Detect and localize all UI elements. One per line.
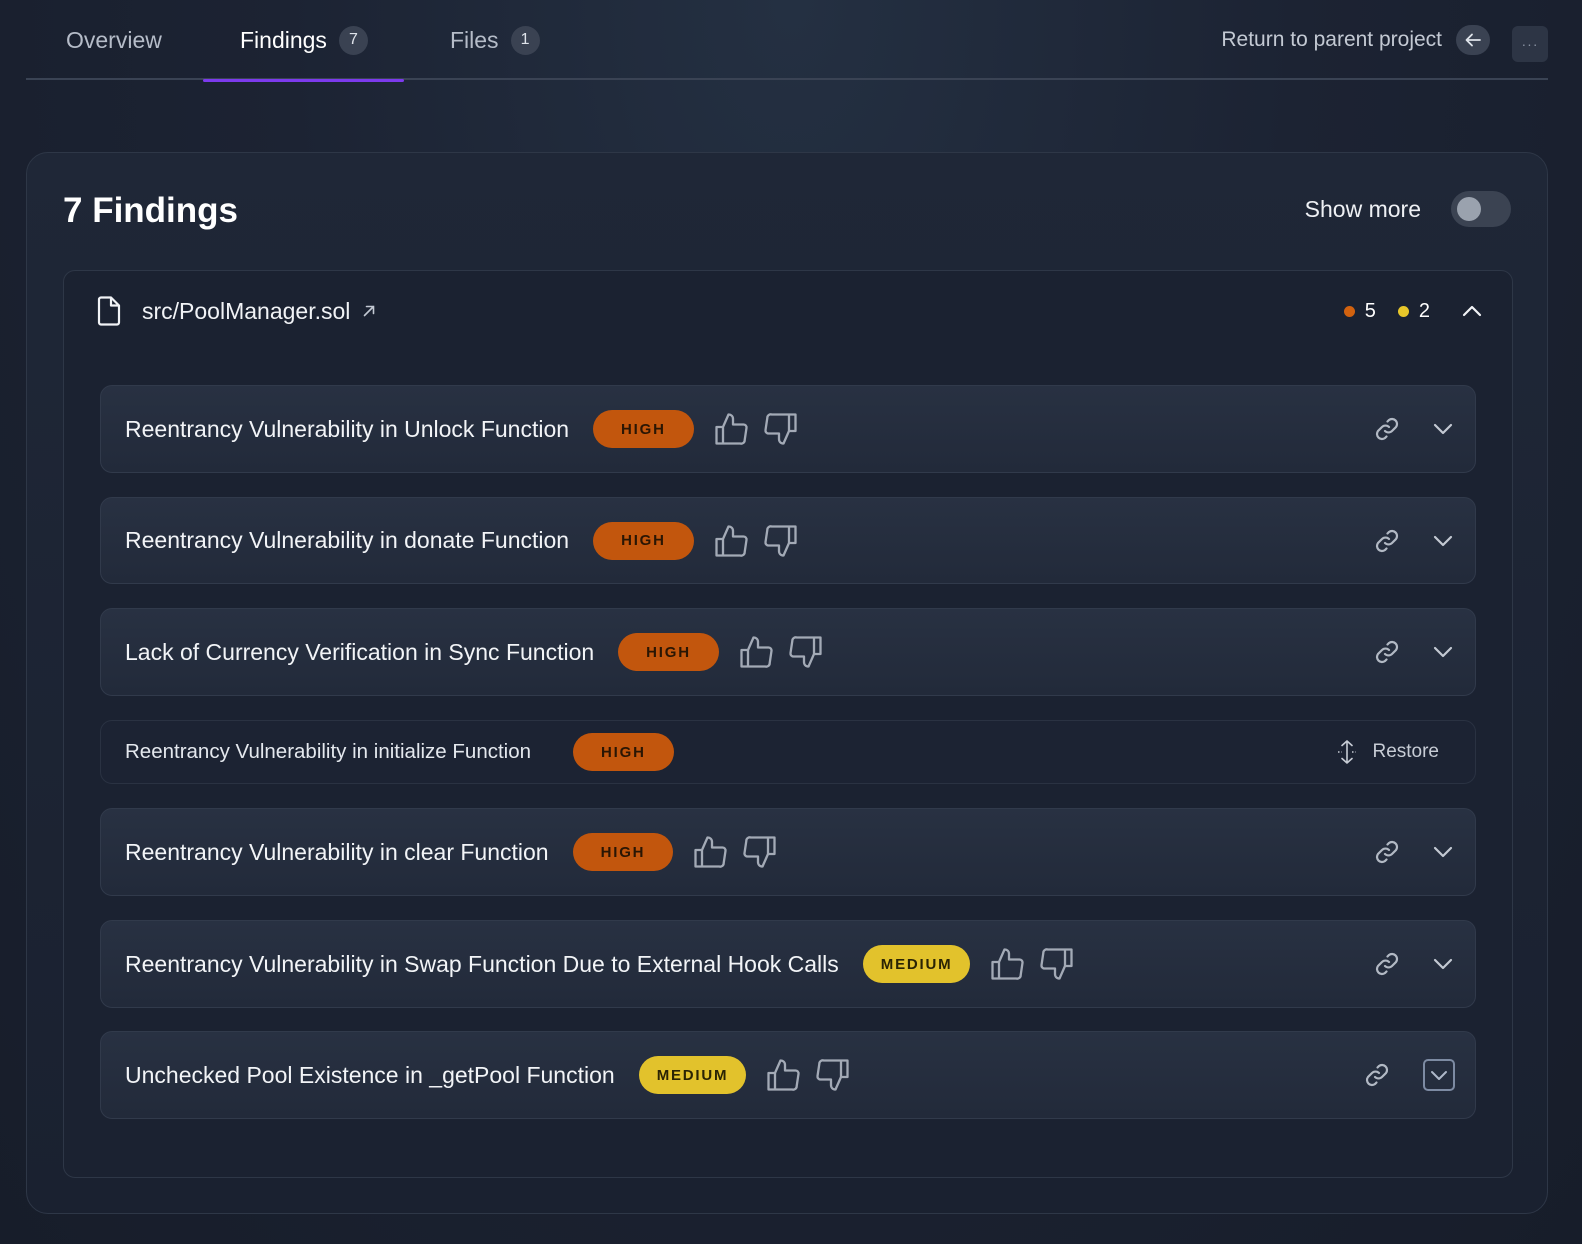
return-label: Return to parent project <box>1221 28 1442 51</box>
restore-label: Restore <box>1372 741 1439 762</box>
file-group: src/PoolManager.sol 5 2 Reentrancy Vulne… <box>63 270 1513 1178</box>
finding-actions <box>1363 1059 1455 1091</box>
feedback-buttons <box>990 947 1074 981</box>
restore-button[interactable]: Restore <box>1336 739 1439 765</box>
tab-count-badge: 7 <box>338 25 368 55</box>
finding-actions <box>1373 950 1453 978</box>
chevron-down-icon[interactable] <box>1433 846 1453 858</box>
finding-title: Reentrancy Vulnerability in Unlock Funct… <box>125 415 570 442</box>
page-title: 7 Findings <box>63 191 238 230</box>
feedback-buttons <box>714 524 798 558</box>
thumbs-up-icon[interactable] <box>739 635 775 669</box>
thumbs-down-icon[interactable] <box>787 635 823 669</box>
tab-findings[interactable]: Findings 7 <box>203 0 404 82</box>
high-count-value: 5 <box>1364 299 1376 322</box>
finding-row-dismissed: Reentrancy Vulnerability in initialize F… <box>100 720 1476 784</box>
thumbs-up-icon[interactable] <box>990 947 1026 981</box>
finding-title: Reentrancy Vulnerability in clear Functi… <box>125 838 549 865</box>
thumbs-down-icon[interactable] <box>741 835 777 869</box>
external-link-icon[interactable] <box>362 304 376 318</box>
finding-row[interactable]: Reentrancy Vulnerability in donate Funct… <box>100 497 1476 584</box>
severity-badge: HIGH <box>593 521 694 560</box>
tab-overview[interactable]: Overview <box>66 0 162 80</box>
thumbs-down-icon[interactable] <box>762 412 798 446</box>
tab-label: Files <box>450 26 499 53</box>
medium-count: 2 <box>1397 299 1430 323</box>
severity-badge: HIGH <box>573 733 674 771</box>
severity-badge: MEDIUM <box>638 1056 747 1094</box>
severity-badge: HIGH <box>572 833 674 871</box>
chevron-up-icon[interactable] <box>1462 305 1482 317</box>
finding-title: Lack of Currency Verification in Sync Fu… <box>125 638 595 665</box>
feedback-buttons <box>714 412 798 446</box>
return-to-parent-link[interactable]: Return to parent project <box>1221 0 1490 80</box>
severity-badge: HIGH <box>618 633 719 671</box>
link-icon[interactable] <box>1363 1061 1391 1089</box>
chevron-down-icon[interactable] <box>1433 423 1453 435</box>
feedback-buttons <box>739 635 823 669</box>
medium-dot-icon <box>1397 305 1409 317</box>
finding-row[interactable]: Unchecked Pool Existence in _getPool Fun… <box>100 1031 1476 1119</box>
link-icon[interactable] <box>1373 950 1401 978</box>
tab-count-badge: 1 <box>510 25 540 55</box>
thumbs-up-icon[interactable] <box>693 835 729 869</box>
finding-row[interactable]: Reentrancy Vulnerability in clear Functi… <box>100 808 1476 896</box>
finding-row[interactable]: Lack of Currency Verification in Sync Fu… <box>100 608 1476 696</box>
show-more-toggle[interactable] <box>1451 191 1511 227</box>
severity-badge: HIGH <box>593 410 694 448</box>
link-icon[interactable] <box>1373 527 1401 555</box>
severity-badge: MEDIUM <box>862 945 971 983</box>
more-options-icon: ··· <box>1521 36 1539 52</box>
finding-title: Reentrancy Vulnerability in initialize F… <box>125 740 532 763</box>
thumbs-up-icon[interactable] <box>714 412 750 446</box>
severity-counts: 5 2 <box>1343 299 1482 323</box>
high-dot-icon <box>1343 305 1355 317</box>
chevron-down-icon[interactable] <box>1423 1059 1455 1091</box>
finding-actions <box>1373 838 1453 866</box>
link-icon[interactable] <box>1373 638 1401 666</box>
link-icon[interactable] <box>1373 415 1401 443</box>
tab-files[interactable]: Files 1 <box>450 0 540 80</box>
thumbs-down-icon[interactable] <box>1038 947 1074 981</box>
restore-icon <box>1336 739 1358 765</box>
thumbs-up-icon[interactable] <box>766 1058 802 1092</box>
finding-actions <box>1373 527 1453 555</box>
finding-title: Reentrancy Vulnerability in Swap Functio… <box>125 950 839 977</box>
arrow-left-icon <box>1456 25 1490 55</box>
feedback-buttons <box>766 1058 850 1092</box>
finding-actions <box>1373 415 1453 443</box>
finding-title: Unchecked Pool Existence in _getPool Fun… <box>125 1061 615 1088</box>
show-more-control: Show more <box>1305 191 1511 227</box>
finding-row[interactable]: Reentrancy Vulnerability in Unlock Funct… <box>100 385 1476 473</box>
file-name-link[interactable]: src/PoolManager.sol <box>142 298 350 325</box>
more-options-button[interactable]: ··· <box>1512 26 1548 62</box>
chevron-down-icon[interactable] <box>1433 535 1453 547</box>
file-icon <box>96 296 122 326</box>
findings-panel: 7 Findings Show more src/PoolManager.sol… <box>26 152 1548 1214</box>
tab-bar: Overview Findings 7 Files 1 Return to pa… <box>26 0 1548 82</box>
finding-title: Reentrancy Vulnerability in donate Funct… <box>125 527 570 553</box>
tab-label: Findings <box>240 26 327 53</box>
thumbs-down-icon[interactable] <box>814 1058 850 1092</box>
medium-count-value: 2 <box>1418 299 1430 322</box>
file-header: src/PoolManager.sol 5 2 <box>96 293 1482 329</box>
feedback-buttons <box>693 835 777 869</box>
thumbs-up-icon[interactable] <box>714 524 750 558</box>
chevron-down-icon[interactable] <box>1433 646 1453 658</box>
finding-actions <box>1373 638 1453 666</box>
thumbs-down-icon[interactable] <box>762 524 798 558</box>
show-more-label: Show more <box>1304 195 1421 222</box>
chevron-down-icon[interactable] <box>1433 958 1453 970</box>
tab-label: Overview <box>66 26 162 53</box>
link-icon[interactable] <box>1373 838 1401 866</box>
high-count: 5 <box>1343 299 1376 323</box>
finding-row[interactable]: Reentrancy Vulnerability in Swap Functio… <box>100 920 1476 1008</box>
